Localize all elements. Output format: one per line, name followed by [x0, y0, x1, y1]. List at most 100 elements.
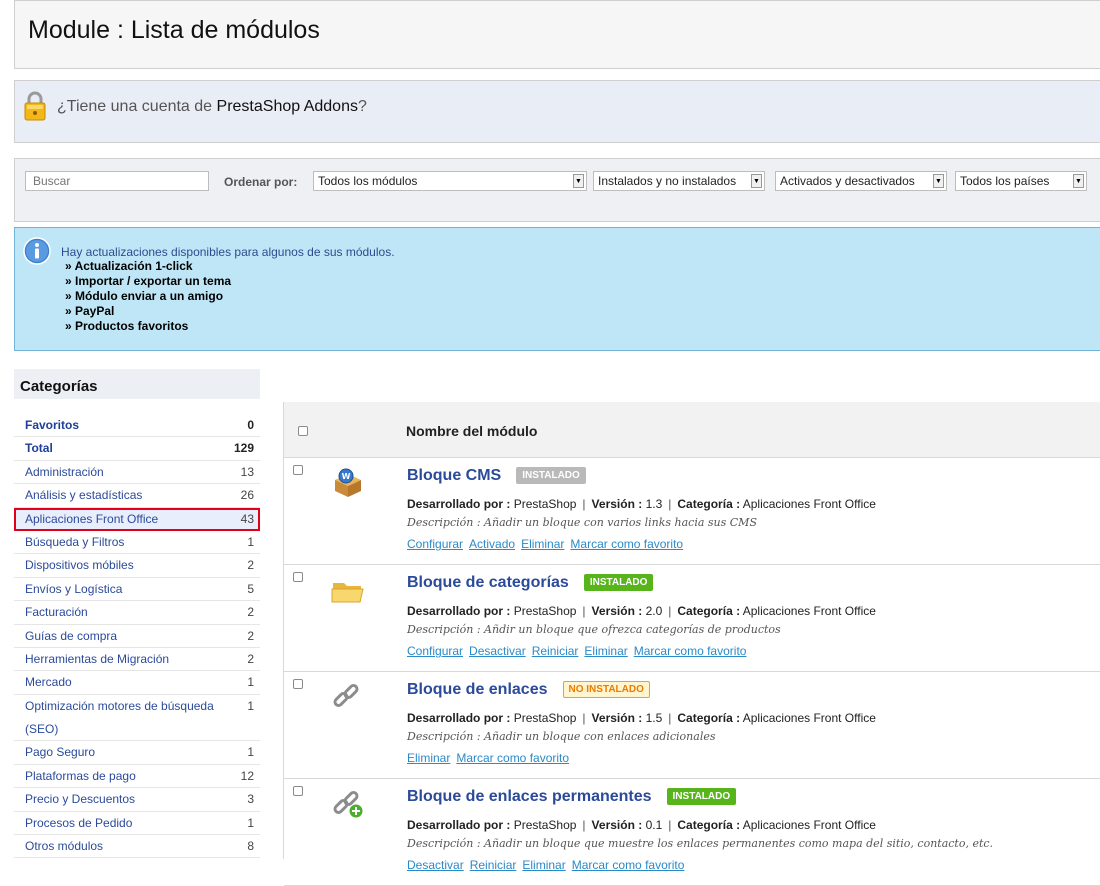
chevron-down-icon: ▼: [573, 174, 584, 188]
category-item-plataformas[interactable]: Plataformas de pago 12: [14, 765, 260, 789]
update-item[interactable]: » PayPal: [65, 304, 231, 319]
module-title[interactable]: Bloque de enlaces permanentes: [407, 788, 652, 805]
version-value: 2.0: [645, 604, 663, 618]
addons-link[interactable]: PrestaShop Addons: [217, 98, 358, 115]
category-item-procesos[interactable]: Procesos de Pedido 1: [14, 812, 260, 836]
module-title[interactable]: Bloque CMS: [407, 467, 501, 484]
update-item[interactable]: » Módulo enviar a un amigo: [65, 289, 231, 304]
category-label: Categoría :: [677, 604, 741, 618]
configure-link[interactable]: Configurar: [407, 644, 463, 658]
category-count: 43: [240, 511, 254, 526]
select-all-checkbox[interactable]: [298, 426, 308, 436]
category-item-seo[interactable]: Optimización motores de búsqueda (SEO) 1: [14, 695, 260, 742]
favorite-link[interactable]: Marcar como favorito: [570, 537, 683, 551]
category-label: Mercado: [25, 675, 72, 690]
module-filter-value: Todos los módulos: [318, 174, 418, 188]
favorite-link[interactable]: Marcar como favorito: [456, 751, 569, 765]
module-checkbox[interactable]: [293, 572, 303, 582]
category-item-facturacion[interactable]: Facturación 2: [14, 601, 260, 625]
category-count: 3: [247, 792, 254, 807]
version-label: Versión :: [591, 711, 643, 725]
module-name: Bloque de enlaces permanentes INSTALADO: [407, 788, 737, 807]
update-list: » Actualización 1-click » Importar / exp…: [65, 259, 231, 334]
category-count: 12: [240, 768, 254, 783]
category-value: Aplicaciones Front Office: [742, 497, 876, 511]
reset-link[interactable]: Reiniciar: [532, 644, 579, 658]
dev-value: PrestaShop: [513, 497, 577, 511]
page-title: Module : Lista de módulos: [28, 16, 320, 44]
module-checkbox[interactable]: [293, 465, 303, 475]
delete-link[interactable]: Eliminar: [522, 858, 565, 872]
addons-question: ¿Tiene una cuenta de PrestaShop Addons?: [57, 98, 367, 116]
lock-icon: [24, 91, 46, 121]
module-description: Descripción : Añadir un bloque con enlac…: [407, 730, 716, 743]
disable-link[interactable]: Desactivar: [407, 858, 464, 872]
module-checkbox[interactable]: [293, 679, 303, 689]
separator: |: [668, 711, 672, 725]
folder-icon: [331, 583, 364, 603]
category-item-moviles[interactable]: Dispositivos móbiles 2: [14, 554, 260, 578]
module-checkbox[interactable]: [293, 786, 303, 796]
svg-text:W: W: [342, 472, 351, 481]
module-meta: Desarrollado por : PrestaShop | Versión : …: [407, 497, 876, 511]
category-item-migracion[interactable]: Herramientas de Migración 2: [14, 648, 260, 672]
category-item-guias[interactable]: Guías de compra 2: [14, 625, 260, 648]
update-item[interactable]: » Actualización 1-click: [65, 259, 231, 274]
category-label: Plataformas de pago: [25, 768, 136, 783]
module-filter-select[interactable]: Todos los módulos ▼: [313, 171, 587, 191]
category-item-envios[interactable]: Envíos y Logística 5: [14, 578, 260, 602]
search-input[interactable]: [25, 171, 209, 191]
active-filter-select[interactable]: Activados y desactivados ▼: [775, 171, 947, 191]
category-count: 2: [247, 628, 254, 643]
category-item-front-office[interactable]: Aplicaciones Front Office 43: [14, 507, 260, 531]
filter-bar: Ordenar por: Todos los módulos ▼ Instala…: [14, 158, 1100, 222]
configure-link[interactable]: Configurar: [407, 537, 463, 551]
categories-title: Categorías: [20, 378, 98, 395]
disable-link[interactable]: Desactivar: [469, 644, 526, 658]
module-actions: Configurar Desactivar Reiniciar Eliminar Mar…: [407, 644, 752, 658]
delete-link[interactable]: Eliminar: [584, 644, 627, 658]
module-row-bloque-enlaces: Bloque de enlaces NO INSTALADO Desarrolla…: [284, 672, 1100, 779]
update-item[interactable]: » Importar / exportar un tema: [65, 274, 231, 289]
category-item-administracion[interactable]: Administración 13: [14, 461, 260, 485]
update-item[interactable]: » Productos favoritos: [65, 319, 231, 334]
category-count: 8: [247, 839, 254, 854]
activated-link[interactable]: Activado: [469, 537, 515, 551]
module-title[interactable]: Bloque de categorías: [407, 574, 569, 591]
status-badge: NO INSTALADO: [562, 681, 650, 698]
country-filter-select[interactable]: Todos los países ▼: [955, 171, 1087, 191]
module-title[interactable]: Bloque de enlaces: [407, 681, 548, 698]
dev-label: Desarrollado por :: [407, 711, 511, 725]
version-value: 1.3: [645, 497, 663, 511]
category-item-favoritos[interactable]: Favoritos 0: [14, 414, 260, 438]
category-item-otros[interactable]: Otros módulos 8: [14, 835, 260, 859]
module-meta: Desarrollado por : PrestaShop | Versión : …: [407, 711, 876, 725]
version-label: Versión :: [591, 604, 643, 618]
delete-link[interactable]: Eliminar: [521, 537, 564, 551]
category-item-total[interactable]: Total 129: [14, 437, 260, 461]
favorite-link[interactable]: Marcar como favorito: [572, 858, 685, 872]
favorite-link[interactable]: Marcar como favorito: [634, 644, 747, 658]
category-label: Pago Seguro: [25, 745, 96, 760]
category-count: 129: [233, 441, 254, 456]
category-item-busqueda[interactable]: Búsqueda y Filtros 1: [14, 531, 260, 555]
category-label: Aplicaciones Front Office: [25, 511, 159, 526]
category-label: Precio y Descuentos: [25, 792, 136, 807]
delete-link[interactable]: Eliminar: [407, 751, 450, 765]
active-filter-value: Activados y desactivados: [780, 174, 915, 188]
category-item-mercado[interactable]: Mercado 1: [14, 671, 260, 695]
category-item-analisis[interactable]: Análisis y estadísticas 26: [14, 484, 260, 508]
category-count: 26: [240, 488, 254, 503]
category-label: Guías de compra: [25, 628, 118, 643]
category-item-pago-seguro[interactable]: Pago Seguro 1: [14, 741, 260, 765]
dev-label: Desarrollado por :: [407, 604, 511, 618]
modules-table: Nombre del módulo W Bloque CMS INSTALADO …: [283, 402, 1100, 886]
dev-value: PrestaShop: [513, 604, 577, 618]
category-label: Categoría :: [677, 711, 741, 725]
reset-link[interactable]: Reiniciar: [470, 858, 517, 872]
install-filter-select[interactable]: Instalados y no instalados ▼: [593, 171, 765, 191]
category-label: Categoría :: [677, 497, 741, 511]
install-filter-value: Instalados y no instalados: [598, 174, 737, 188]
category-item-precio[interactable]: Precio y Descuentos 3: [14, 788, 260, 812]
status-badge: INSTALADO: [516, 467, 586, 484]
